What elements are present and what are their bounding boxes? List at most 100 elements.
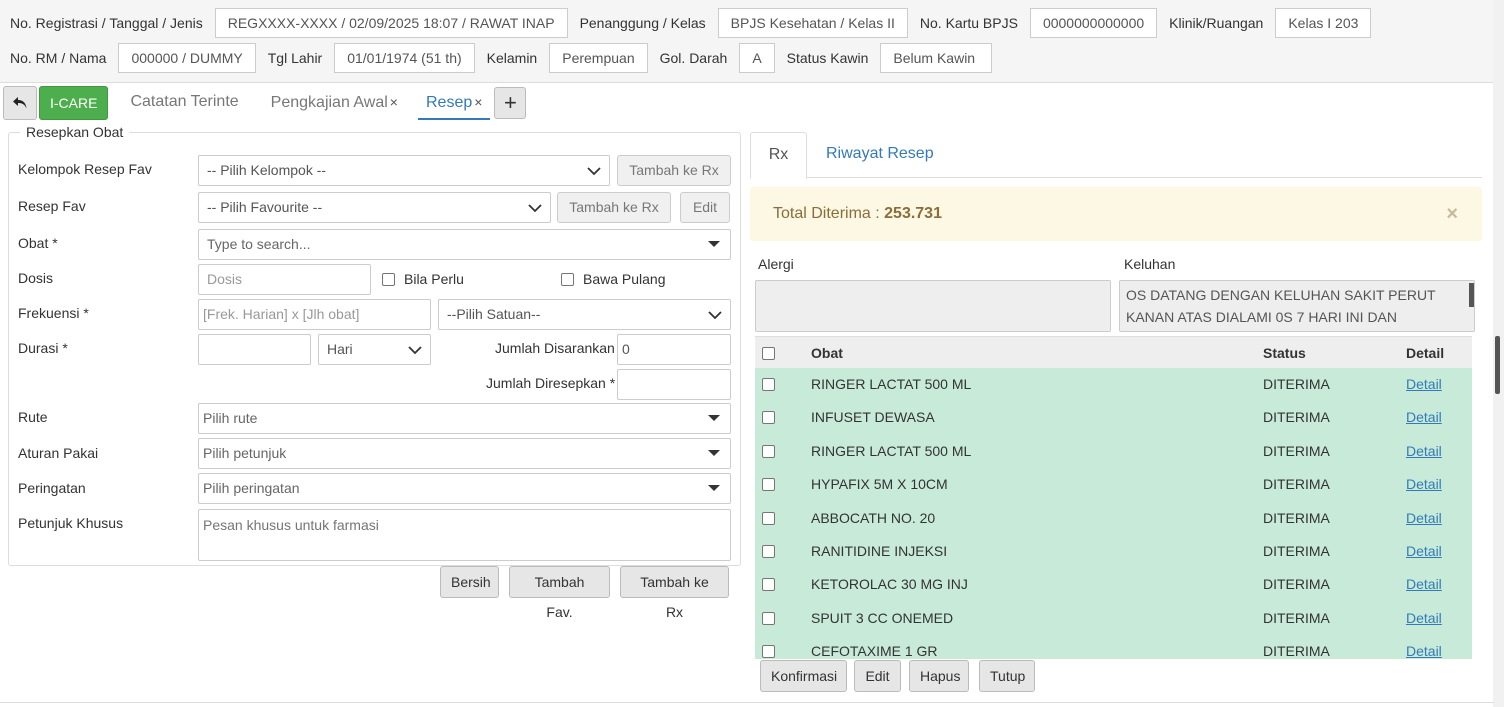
obat-label: Obat * xyxy=(18,235,58,251)
aturan-pakai-select[interactable]: Pilih petunjuk xyxy=(198,438,731,469)
row-obat: ABBOCATH NO. 20 xyxy=(811,509,936,526)
obat-search-input[interactable]: Type to search... xyxy=(198,229,731,260)
satuan-select[interactable]: --Pilih Satuan-- xyxy=(438,299,731,330)
konfirmasi-button[interactable]: Konfirmasi xyxy=(760,660,847,692)
row-obat: KETOROLAC 30 MG INJ xyxy=(811,576,968,593)
frekuensi-input[interactable]: [Frek. Harian] x [Jlh obat] xyxy=(198,299,431,330)
aturan-pakai-placeholder: Pilih petunjuk xyxy=(203,445,287,461)
row-detail-link[interactable]: Detail xyxy=(1406,468,1442,501)
kelompok-tambah-ke-rx-button[interactable]: Tambah ke Rx xyxy=(617,155,731,186)
table-row: RINGER LACTAT 500 ML DITERIMA Detail xyxy=(755,434,1472,469)
durasi-unit-value: Hari xyxy=(327,341,353,357)
rm-nama-value: 000000 / DUMMY xyxy=(118,43,256,73)
close-icon[interactable]: × xyxy=(1446,187,1458,241)
row-checkbox[interactable] xyxy=(762,578,775,592)
icare-button[interactable]: I-CARE xyxy=(39,86,109,120)
gol-darah-label: Gol. Darah xyxy=(659,50,728,66)
fieldset-legend: Resepkan Obat xyxy=(20,124,130,140)
select-all-checkbox[interactable] xyxy=(762,347,775,360)
add-tab-button[interactable]: + xyxy=(494,87,527,119)
row-obat: RINGER LACTAT 500 ML xyxy=(811,442,972,459)
durasi-label: Durasi * xyxy=(18,340,68,356)
divider xyxy=(0,702,1494,703)
module-tab-bar: I-CARE Catatan Terinte Pengkajian Awal × … xyxy=(3,86,527,120)
row-status: DITERIMA xyxy=(1263,409,1330,426)
table-row: CEFOTAXIME 1 GR DITERIMA Detail xyxy=(755,635,1472,659)
row-detail-link[interactable]: Detail xyxy=(1406,368,1442,401)
row-checkbox[interactable] xyxy=(762,545,775,558)
row-checkbox[interactable] xyxy=(762,444,775,458)
edit-button[interactable]: Edit xyxy=(854,660,901,692)
row-checkbox[interactable] xyxy=(762,478,775,492)
durasi-input[interactable] xyxy=(198,334,311,365)
row-checkbox[interactable] xyxy=(762,511,775,525)
tab-label: Pengkajian Awal xyxy=(270,94,388,111)
bersih-button[interactable]: Bersih xyxy=(440,566,499,598)
row-detail-link[interactable]: Detail xyxy=(1406,401,1442,434)
tab-pengkajian-awal[interactable]: Pengkajian Awal × xyxy=(263,86,406,120)
satuan-select-value: --Pilih Satuan-- xyxy=(447,306,541,322)
jumlah-disarankan-value: 0 xyxy=(622,341,630,357)
petunjuk-khusus-textarea[interactable] xyxy=(198,509,731,561)
chevron-down-icon xyxy=(408,346,422,355)
row-detail-link[interactable]: Detail xyxy=(1406,502,1442,535)
peringatan-select[interactable]: Pilih peringatan xyxy=(198,473,731,504)
close-icon[interactable]: × xyxy=(474,94,482,110)
resep-fav-edit-button[interactable]: Edit xyxy=(680,192,730,223)
tab-rx[interactable]: Rx xyxy=(750,132,807,179)
patient-header-row-2: No. RM / Nama 000000 / DUMMY Tgl Lahir 0… xyxy=(10,43,1004,73)
close-icon[interactable]: × xyxy=(390,94,398,110)
resep-fav-tambah-ke-rx-button[interactable]: Tambah ke Rx xyxy=(557,192,671,223)
jumlah-diresepkan-input[interactable] xyxy=(617,369,731,400)
kartu-bpjs-label: No. Kartu BPJS xyxy=(919,15,1018,31)
caret-down-icon xyxy=(708,485,720,491)
jumlah-disarankan-input[interactable]: 0 xyxy=(617,334,731,365)
tgl-lahir-label: Tgl Lahir xyxy=(267,50,323,66)
frekuensi-placeholder: [Frek. Harian] x [Jlh obat] xyxy=(203,306,360,322)
undo-arrow-icon xyxy=(13,97,27,109)
dosis-placeholder: Dosis xyxy=(207,271,243,287)
alergi-textarea[interactable] xyxy=(755,280,1111,332)
row-detail-link[interactable]: Detail xyxy=(1406,535,1442,568)
row-detail-link[interactable]: Detail xyxy=(1406,435,1442,468)
row-checkbox[interactable] xyxy=(762,645,775,659)
tambah-fav-button[interactable]: Tambah Fav. xyxy=(509,566,610,620)
page-scrollbar-thumb[interactable] xyxy=(1495,336,1500,394)
chevron-down-icon xyxy=(708,311,722,320)
tutup-button[interactable]: Tutup xyxy=(979,660,1035,692)
dosis-input[interactable]: Dosis xyxy=(198,264,371,295)
bawa-pulang-checkbox[interactable] xyxy=(561,273,574,286)
tambah-ke-rx-button[interactable]: Tambah ke Rx xyxy=(620,566,729,620)
rute-label: Rute xyxy=(18,409,48,425)
registrasi-value: REGXXXX-XXXX / 02/09/2025 18:07 / RAWAT … xyxy=(214,8,568,38)
tab-riwayat-resep[interactable]: Riwayat Resep xyxy=(826,132,934,176)
kelompok-select-value: -- Pilih Kelompok -- xyxy=(207,162,327,178)
row-detail-link[interactable]: Detail xyxy=(1406,635,1442,659)
row-checkbox[interactable] xyxy=(762,411,775,425)
row-detail-link[interactable]: Detail xyxy=(1406,568,1442,601)
durasi-unit-select[interactable]: Hari xyxy=(318,334,431,365)
caret-down-icon xyxy=(708,241,720,247)
tab-catatan-terintegrasi[interactable]: Catatan Terinte xyxy=(122,86,246,120)
caret-down-icon xyxy=(708,415,720,421)
back-button[interactable] xyxy=(3,86,37,120)
bila-perlu-checkbox[interactable] xyxy=(382,273,395,286)
keluhan-textarea[interactable]: OS DATANG DENGAN KELUHAN SAKIT PERUT KAN… xyxy=(1119,280,1475,332)
scrollbar[interactable] xyxy=(1469,283,1474,307)
tab-label: Resep xyxy=(425,94,473,111)
hapus-button[interactable]: Hapus xyxy=(909,660,969,692)
rute-select[interactable]: Pilih rute xyxy=(198,403,731,434)
table-row: ABBOCATH NO. 20 DITERIMA Detail xyxy=(755,501,1472,535)
resep-fav-select-value: -- Pilih Favourite -- xyxy=(207,199,323,215)
row-checkbox[interactable] xyxy=(762,378,775,391)
row-detail-link[interactable]: Detail xyxy=(1406,602,1442,635)
resep-fav-select[interactable]: -- Pilih Favourite -- xyxy=(198,192,551,223)
kelamin-value: Perempuan xyxy=(549,43,648,73)
kelompok-select[interactable]: -- Pilih Kelompok -- xyxy=(198,155,610,186)
status-kawin-value: Belum Kawin xyxy=(880,43,993,73)
rx-tab-bar: Rx Riwayat Resep xyxy=(750,132,1482,179)
row-checkbox[interactable] xyxy=(762,611,775,625)
klinik-value: Kelas I 203 xyxy=(1275,8,1372,38)
dosis-label: Dosis xyxy=(18,270,54,286)
tab-resep[interactable]: Resep × xyxy=(417,86,491,120)
